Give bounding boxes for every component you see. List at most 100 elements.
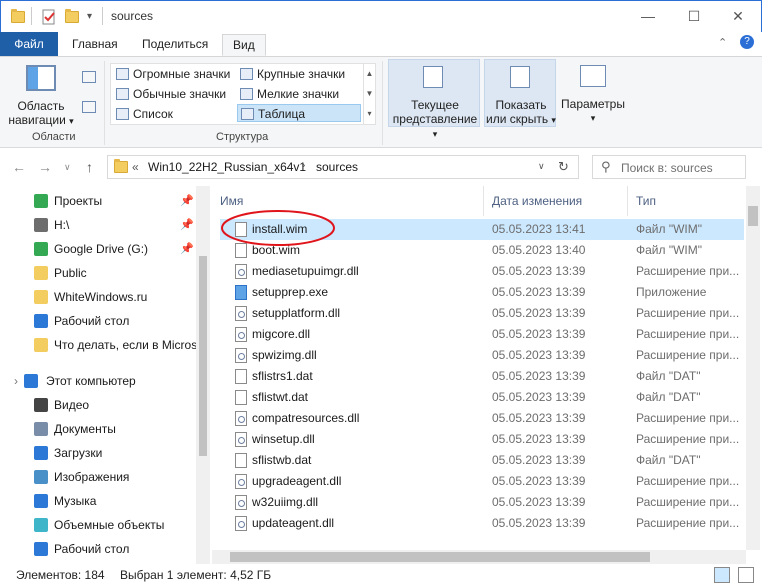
large-icons-view-icon[interactable] <box>738 567 754 583</box>
navigation-pane-button[interactable]: Область навигации ▾ <box>8 99 74 128</box>
options-button[interactable]: Параметры ▾ <box>558 59 628 127</box>
file-icon <box>235 390 247 405</box>
up-icon[interactable]: ↑ <box>86 159 93 175</box>
file-row[interactable]: w32uiimg.dll 05.05.2023 13:39 Расширение п… <box>220 492 744 513</box>
scroll-thumb[interactable] <box>748 206 758 226</box>
dll-file-icon <box>235 516 247 531</box>
file-row[interactable]: spwizimg.dll 05.05.2023 13:39 Расширение п… <box>220 345 744 366</box>
file-type: Файл "DAT" <box>636 369 701 383</box>
maximize-button[interactable]: ☐ <box>671 1 717 32</box>
nav-item[interactable]: H:\ 📌 <box>0 214 196 236</box>
file-type: Файл "WIM" <box>636 222 703 236</box>
help-icon[interactable]: ? <box>740 35 754 49</box>
dll-file-icon <box>235 432 247 447</box>
search-input[interactable]: ⚲ Поиск в: sources <box>592 155 746 179</box>
close-button[interactable]: ✕ <box>715 1 761 32</box>
nav-item[interactable]: Видео <box>0 394 196 416</box>
scroll-thumb[interactable] <box>230 552 650 562</box>
drive-icon <box>34 218 48 232</box>
address-dropdown-icon[interactable]: ∨ <box>538 161 545 172</box>
nav-item[interactable]: Документы <box>0 418 196 440</box>
tab-share[interactable]: Поделиться <box>132 34 218 56</box>
overflow-chevron-icon[interactable]: « <box>132 160 139 174</box>
layout-list[interactable]: Список <box>113 105 235 123</box>
collapse-ribbon-icon[interactable]: ⌃ <box>718 36 727 49</box>
customize-qat-icon[interactable]: ▾ <box>87 9 103 25</box>
file-row[interactable]: winsetup.dll 05.05.2023 13:39 Расширение п… <box>220 429 744 450</box>
pin-icon[interactable]: 📌 <box>180 214 194 236</box>
expand-chevron-icon[interactable]: › <box>14 370 18 392</box>
layout-details[interactable]: Таблица <box>237 104 361 122</box>
folder-icon <box>34 266 48 280</box>
details-view-icon[interactable] <box>714 567 730 583</box>
file-row[interactable]: compatresources.dll 05.05.2023 13:39 Расши… <box>220 408 744 429</box>
scroll-thumb[interactable] <box>199 256 207 456</box>
address-field[interactable]: « Win10_22H2_Russian_x64v1 › sources ∨ ↻ <box>107 155 579 179</box>
breadcrumb-separator-icon[interactable]: › <box>302 160 305 171</box>
nav-item[interactable]: Рабочий стол <box>0 538 196 560</box>
nav-item[interactable]: Объемные объекты <box>0 514 196 536</box>
nav-item[interactable]: Google Drive (G:) 📌 <box>0 238 196 260</box>
vertical-scrollbar[interactable] <box>746 186 760 550</box>
forward-icon[interactable]: → <box>38 159 52 175</box>
file-row[interactable]: upgradeagent.dll 05.05.2023 13:39 Расширен… <box>220 471 744 492</box>
layout-normal-icons[interactable]: Обычные значки <box>113 85 235 103</box>
minimize-button[interactable]: — <box>625 1 671 32</box>
nav-item[interactable]: Что делать, если в Micros <box>0 334 196 356</box>
details-pane-icon[interactable] <box>82 101 96 113</box>
nav-this-pc[interactable]: › Этот компьютер <box>0 370 196 392</box>
nav-item[interactable]: Изображения <box>0 466 196 488</box>
pin-icon[interactable]: 📌 <box>180 190 194 212</box>
nav-item[interactable]: Загрузки <box>0 442 196 464</box>
current-view-button[interactable]: Текущее представление ▾ <box>388 59 480 139</box>
nav-item[interactable]: WhiteWindows.ru <box>0 286 196 308</box>
nav-item[interactable]: Рабочий стол <box>0 310 196 332</box>
file-row[interactable]: sflistwb.dat 05.05.2023 13:39 Файл "DAT" <box>220 450 744 471</box>
nav-item[interactable]: Проекты 📌 <box>0 190 196 212</box>
file-row[interactable]: sflistwt.dat 05.05.2023 13:39 Файл "DAT" <box>220 387 744 408</box>
horizontal-scrollbar[interactable] <box>212 550 746 564</box>
column-header-type[interactable]: Тип <box>628 186 746 216</box>
new-folder-icon[interactable] <box>65 9 81 25</box>
layout-small-icons[interactable]: Мелкие значки <box>237 85 361 103</box>
refresh-icon[interactable]: ↻ <box>558 159 569 175</box>
file-row[interactable]: setupplatform.dll 05.05.2023 13:39 Расшире… <box>220 303 744 324</box>
nav-item-label: Музыка <box>54 494 97 508</box>
nav-item-label: Google Drive (G:) <box>54 242 149 256</box>
breadcrumb-root[interactable]: Win10_22H2_Russian_x64v1 <box>148 160 306 174</box>
selection-info: Выбран 1 элемент: 4,52 ГБ <box>120 568 272 582</box>
nav-item-label: H:\ <box>54 218 70 232</box>
dll-file-icon <box>235 306 247 321</box>
file-type: Расширение при... <box>636 306 740 320</box>
tab-file[interactable]: Файл <box>0 32 58 56</box>
gallery-scroll[interactable]: ▲ ▼ ▾ <box>363 64 375 124</box>
nav-item[interactable]: Музыка <box>0 490 196 512</box>
layout-large-icons[interactable]: Крупные значки <box>237 65 361 83</box>
nav-scrollbar[interactable] <box>196 186 210 564</box>
file-name: mediasetupuimgr.dll <box>252 264 359 278</box>
column-header-date[interactable]: Дата изменения <box>484 186 628 216</box>
nav-item-label: Public <box>54 266 87 280</box>
nav-item[interactable]: Public <box>0 262 196 284</box>
breadcrumb-current[interactable]: sources <box>316 160 358 174</box>
show-hide-button[interactable]: Показать или скрыть ▾ <box>484 59 556 127</box>
file-list: Имя Дата изменения Тип install.wim 05.05.… <box>212 186 762 564</box>
file-type: Расширение при... <box>636 264 740 278</box>
file-row[interactable]: sflistrs1.dat 05.05.2023 13:39 Файл "DAT" <box>220 366 744 387</box>
back-icon[interactable]: ← <box>12 159 26 175</box>
file-row[interactable]: migcore.dll 05.05.2023 13:39 Расширение пр… <box>220 324 744 345</box>
folder-icon <box>11 9 27 25</box>
layout-huge-icons[interactable]: Огромные значки <box>113 65 235 83</box>
tab-home[interactable]: Главная <box>62 34 128 56</box>
pin-icon[interactable]: 📌 <box>180 238 194 260</box>
recent-locations-icon[interactable]: ∨ <box>64 162 71 173</box>
file-row[interactable]: mediasetupuimgr.dll 05.05.2023 13:39 Расши… <box>220 261 744 282</box>
properties-icon[interactable] <box>41 9 57 25</box>
file-row[interactable]: updateagent.dll 05.05.2023 13:39 Расширени… <box>220 513 744 534</box>
tab-view[interactable]: Вид <box>222 34 266 56</box>
preview-pane-icon[interactable] <box>82 71 96 83</box>
file-row[interactable]: setupprep.exe 05.05.2023 13:39 Приложение <box>220 282 744 303</box>
small-icons-icon <box>240 88 253 100</box>
file-name: compatresources.dll <box>252 411 360 425</box>
file-type: Расширение при... <box>636 348 740 362</box>
